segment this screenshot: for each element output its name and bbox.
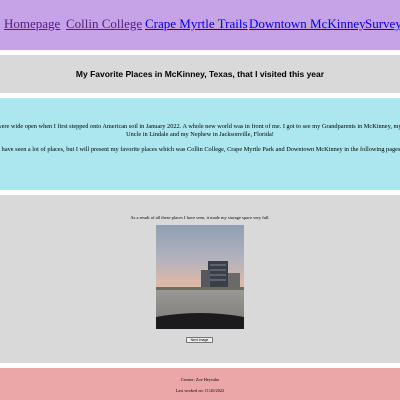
gallery-caption: As a result of all these places I have s… [130, 215, 270, 220]
nav-link-crape-myrtle-trails[interactable]: Crape Myrtle Trails [145, 16, 248, 32]
page-title: My Favorite Places in McKinney, Texas, t… [75, 69, 325, 79]
intro-paragraph-2: I have seen a lot of places, but I will … [0, 146, 400, 153]
intro-paragraph-1: My eyes were wide open when I first step… [0, 123, 400, 138]
gallery-photo [156, 225, 244, 329]
nav-link-collin-college[interactable]: Collin College [66, 16, 142, 32]
title-section: My Favorite Places in McKinney, Texas, t… [0, 55, 400, 93]
gallery-section: As a result of all these places I have s… [0, 195, 400, 363]
nav-link-homepage[interactable]: Homepage [4, 16, 60, 32]
footer-last-worked: Last worked on: 11/20/2022 [175, 388, 225, 393]
intro-section: My eyes were wide open when I first step… [0, 98, 400, 190]
top-nav: Homepage Collin College Crape Myrtle Tra… [0, 0, 400, 50]
footer: Creator: Zoe Heyvaho Last worked on: 11/… [0, 368, 400, 400]
next-image-button[interactable]: Next image [186, 337, 213, 343]
nav-link-downtown-mckinney[interactable]: Downtown McKinney [249, 16, 366, 32]
nav-link-survey[interactable]: Survey [365, 16, 400, 32]
footer-creator: Creator: Zoe Heyvaho [180, 377, 220, 382]
